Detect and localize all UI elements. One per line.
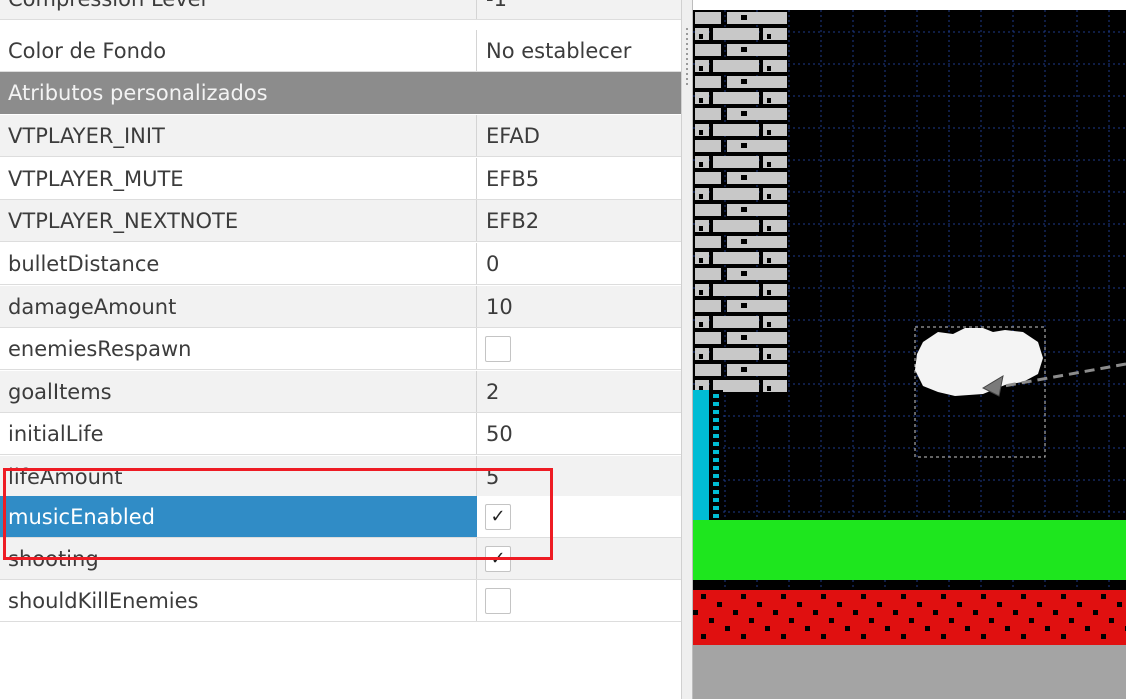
column-divider <box>476 371 477 413</box>
column-divider <box>476 286 477 328</box>
property-name: enemiesRespawn <box>8 337 192 361</box>
column-divider <box>476 115 477 157</box>
column-divider <box>476 580 477 622</box>
row-divider <box>0 621 681 622</box>
properties-panel: Compression Level -1 Color de Fondo No e… <box>0 0 681 699</box>
enemies-respawn-checkbox[interactable] <box>485 336 511 362</box>
property-value[interactable]: EFB5 <box>486 158 539 200</box>
property-row[interactable]: VTPLAYER_MUTE EFB5 <box>0 158 681 200</box>
panel-splitter[interactable] <box>681 0 693 699</box>
column-divider <box>476 30 477 72</box>
property-name: Color de Fondo <box>8 39 167 63</box>
property-name: VTPLAYER_INIT <box>8 124 165 148</box>
property-row[interactable]: initialLife 50 <box>0 413 681 455</box>
column-divider <box>476 328 477 370</box>
column-divider <box>476 200 477 242</box>
property-name: damageAmount <box>8 295 177 319</box>
property-name: shouldKillEnemies <box>8 589 199 613</box>
row-divider <box>0 19 681 20</box>
row-divider <box>0 284 681 285</box>
column-divider <box>476 158 477 200</box>
property-name: goalItems <box>8 380 112 404</box>
property-name: Compression Level <box>8 0 206 20</box>
property-row[interactable]: shouldKillEnemies <box>0 580 681 622</box>
property-row-color-de-fondo[interactable]: Color de Fondo No establecer <box>0 30 681 72</box>
property-value[interactable]: No establecer <box>486 30 631 72</box>
lava-tiles <box>693 590 1126 645</box>
row-divider <box>0 369 681 370</box>
property-name: VTPLAYER_MUTE <box>8 167 184 191</box>
property-value[interactable]: 0 <box>486 243 499 285</box>
property-row[interactable]: goalItems 2 <box>0 371 681 413</box>
splitter-grip-icon[interactable] <box>686 28 688 88</box>
brick-wall-tiles <box>695 12 787 392</box>
property-row[interactable]: enemiesRespawn <box>0 328 681 370</box>
property-name: VTPLAYER_NEXTNOTE <box>8 209 239 233</box>
column-divider <box>476 243 477 285</box>
property-value[interactable]: EFAD <box>486 115 540 157</box>
should-kill-enemies-checkbox[interactable] <box>485 588 511 614</box>
ladder-tile <box>693 390 723 520</box>
cloud-sprite[interactable] <box>914 326 1046 458</box>
property-value[interactable]: 50 <box>486 413 513 455</box>
section-title: Atributos personalizados <box>8 81 268 105</box>
property-value[interactable]: 10 <box>486 286 513 328</box>
grass-tiles <box>693 520 1126 580</box>
row-divider <box>0 156 681 157</box>
property-value[interactable]: EFB2 <box>486 200 539 242</box>
property-row[interactable]: VTPLAYER_INIT EFAD <box>0 115 681 157</box>
property-value[interactable]: 2 <box>486 371 499 413</box>
property-row[interactable]: bulletDistance 0 <box>0 243 681 285</box>
column-divider <box>476 413 477 455</box>
column-divider <box>476 0 477 20</box>
tile-map <box>693 10 1126 699</box>
property-name: initialLife <box>8 422 104 446</box>
map-canvas[interactable] <box>693 10 1126 699</box>
highlight-annotation-box <box>3 468 553 560</box>
row-divider <box>0 454 681 455</box>
property-row[interactable]: damageAmount 10 <box>0 286 681 328</box>
property-row[interactable]: VTPLAYER_NEXTNOTE EFB2 <box>0 200 681 242</box>
section-header-custom-attributes[interactable]: Atributos personalizados <box>0 72 681 114</box>
property-value[interactable]: -1 <box>486 0 507 20</box>
property-row-compression-level[interactable]: Compression Level -1 <box>0 0 681 20</box>
map-out-of-bounds <box>693 645 1126 699</box>
property-name: bulletDistance <box>8 252 160 276</box>
row-divider <box>0 241 681 242</box>
